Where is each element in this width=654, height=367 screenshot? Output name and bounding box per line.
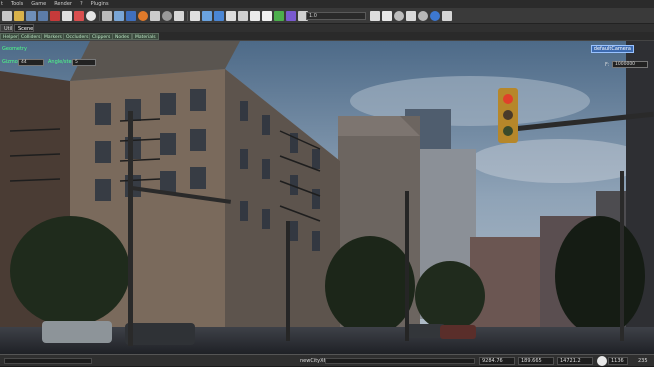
toolbar-separator xyxy=(187,11,188,21)
fx-icon[interactable] xyxy=(150,11,160,21)
palette-icon[interactable] xyxy=(274,11,284,21)
navigation-icon[interactable] xyxy=(597,356,607,366)
save-icon[interactable] xyxy=(26,11,36,21)
plugin-icon[interactable] xyxy=(286,11,296,21)
ms-text: 235 xyxy=(638,358,648,364)
globe-icon[interactable] xyxy=(126,11,136,21)
info-icon[interactable] xyxy=(226,11,236,21)
water-drop-icon[interactable] xyxy=(430,11,440,21)
fov-input[interactable]: 1000000 xyxy=(612,61,648,68)
city-scene-render xyxy=(0,41,654,354)
layout-icon[interactable] xyxy=(190,11,200,21)
tab-scene[interactable]: Scene xyxy=(14,24,34,32)
monitor-icon[interactable] xyxy=(382,11,392,21)
view-icon[interactable] xyxy=(406,11,416,21)
scene-viewport[interactable]: Geometry Gizmo 44 Angle/step 5 defaultCa… xyxy=(0,41,654,354)
menu-item-tools[interactable]: Tools xyxy=(11,0,23,8)
geometry-label: Geometry xyxy=(2,46,27,52)
image-icon[interactable] xyxy=(262,11,272,21)
subtab-markers[interactable]: Markers xyxy=(41,33,65,40)
menu-item-file[interactable]: t xyxy=(1,0,3,8)
wrench-icon[interactable] xyxy=(114,11,124,21)
zoom-select[interactable]: 1.0 xyxy=(306,12,366,20)
coord-z-field[interactable]: 14721.2 xyxy=(557,357,593,365)
menu-item-help[interactable]: ? xyxy=(80,0,83,8)
menu-item-render[interactable]: Render xyxy=(54,0,72,8)
main-toolbar: 1.0 xyxy=(0,8,654,24)
new-file-icon[interactable] xyxy=(2,11,12,21)
save-as-icon[interactable] xyxy=(38,11,48,21)
text-icon[interactable] xyxy=(238,11,248,21)
subtab-nodes[interactable]: Nodes xyxy=(112,33,133,40)
grid-icon[interactable] xyxy=(174,11,184,21)
document-icon[interactable] xyxy=(62,11,72,21)
status-track xyxy=(325,358,475,364)
sphere-icon[interactable] xyxy=(86,11,96,21)
grid-snap-icon[interactable] xyxy=(370,11,380,21)
toolbar-separator xyxy=(99,11,100,21)
fps-field: 1136 xyxy=(608,357,628,365)
subtab-clippers[interactable]: Clippers xyxy=(89,33,114,40)
gear-icon[interactable] xyxy=(394,11,404,21)
menu-bar: t Tools Game Render ? Plugins xyxy=(0,0,654,8)
window-icon[interactable] xyxy=(202,11,212,21)
menu-item-game[interactable]: Game xyxy=(31,0,46,8)
export-icon[interactable] xyxy=(74,11,84,21)
fov-label: F: xyxy=(605,62,610,68)
coord-x-field[interactable]: 9284.76 xyxy=(479,357,515,365)
subtab-materials[interactable]: Materials xyxy=(132,33,159,40)
coord-y-field[interactable]: 189.665 xyxy=(518,357,554,365)
import-icon[interactable] xyxy=(50,11,60,21)
status-bar: newCityX6 9284.76 189.665 14721.2 1136 2… xyxy=(0,354,654,366)
open-folder-icon[interactable] xyxy=(14,11,24,21)
angle-step-label: Angle/step xyxy=(48,59,75,65)
menu-item-plugins[interactable]: Plugins xyxy=(91,0,109,8)
gizmo-label: Gizmo xyxy=(2,59,18,65)
panel-icon[interactable] xyxy=(214,11,224,21)
main-tab-row: Util Scene xyxy=(0,24,654,32)
subtab-colliders[interactable]: Colliders xyxy=(18,33,44,40)
progress-track xyxy=(4,358,92,364)
gizmo-input[interactable]: 44 xyxy=(18,59,44,66)
tool-icon[interactable] xyxy=(102,11,112,21)
angle-step-input[interactable]: 5 xyxy=(72,59,96,66)
render-icon[interactable] xyxy=(418,11,428,21)
scene-name: newCityX6 xyxy=(300,358,327,364)
table-icon[interactable] xyxy=(250,11,260,21)
tab-util[interactable]: Util xyxy=(0,24,13,32)
default-camera-button[interactable]: defaultCamera xyxy=(590,45,634,53)
target-icon[interactable] xyxy=(162,11,172,21)
play-icon[interactable] xyxy=(442,11,452,21)
subtab-occluders[interactable]: Occluders xyxy=(63,33,92,40)
scene-subtab-row: Helpers Colliders Markers Occluders Clip… xyxy=(0,32,654,41)
material-icon[interactable] xyxy=(138,11,148,21)
